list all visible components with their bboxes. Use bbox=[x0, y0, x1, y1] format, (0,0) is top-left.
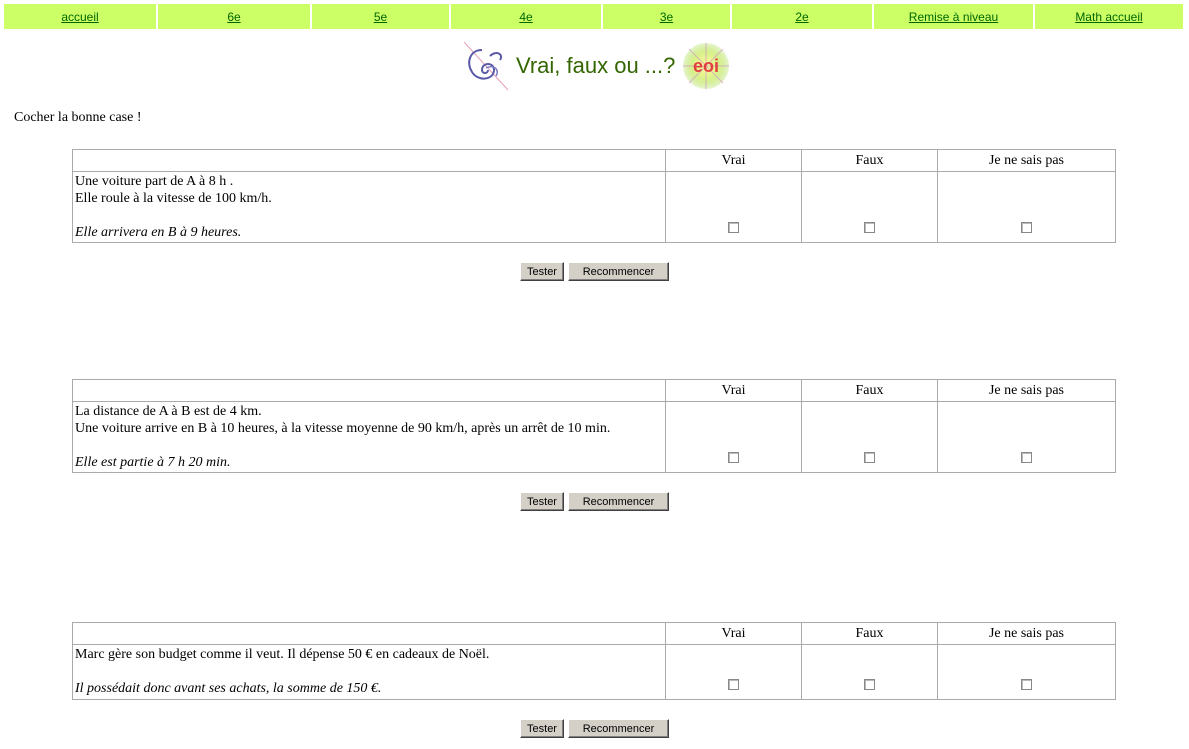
question-table-2: Vrai Faux Je ne sais pas La distance de … bbox=[72, 379, 1116, 473]
question-row: Une voiture part de A à 8 h . Elle roule… bbox=[72, 171, 1116, 243]
header-blank bbox=[72, 622, 666, 645]
question-line: Une voiture arrive en B à 10 heures, à l… bbox=[75, 421, 611, 436]
button-row-3: Tester Recommencer bbox=[520, 719, 669, 738]
button-row-1: Tester Recommencer bbox=[520, 262, 669, 281]
header-row: Vrai Faux Je ne sais pas bbox=[72, 149, 1116, 172]
question-row: La distance de A à B est de 4 km. Une vo… bbox=[72, 401, 1116, 473]
reset-button[interactable]: Recommencer bbox=[568, 262, 669, 281]
ne-sais-pas-checkbox[interactable] bbox=[1021, 222, 1032, 233]
nav-link-4e[interactable]: 4e bbox=[519, 10, 532, 24]
nav-link-math-accueil[interactable]: Math accueil bbox=[1075, 10, 1142, 24]
faux-cell bbox=[801, 171, 938, 243]
test-button[interactable]: Tester bbox=[520, 492, 564, 511]
header-je-ne-sais-pas: Je ne sais pas bbox=[937, 379, 1116, 402]
header-faux: Faux bbox=[801, 622, 938, 645]
faux-checkbox[interactable] bbox=[864, 452, 875, 463]
vrai-cell bbox=[665, 171, 802, 243]
question-assertion: Elle est partie à 7 h 20 min. bbox=[75, 455, 231, 470]
nav-cell-math-accueil: Math accueil bbox=[1035, 4, 1183, 29]
faux-cell bbox=[801, 401, 938, 473]
header-faux: Faux bbox=[801, 149, 938, 172]
header-vrai: Vrai bbox=[665, 622, 802, 645]
vrai-checkbox[interactable] bbox=[728, 679, 739, 690]
header-vrai: Vrai bbox=[665, 379, 802, 402]
faux-checkbox[interactable] bbox=[864, 679, 875, 690]
nav-link-3e[interactable]: 3e bbox=[660, 10, 673, 24]
faux-checkbox[interactable] bbox=[864, 222, 875, 233]
nav-cell-6e: 6e bbox=[158, 4, 310, 29]
test-button[interactable]: Tester bbox=[520, 262, 564, 281]
question-text: Marc gère son budget comme il veut. Il d… bbox=[72, 644, 666, 700]
vrai-checkbox[interactable] bbox=[728, 222, 739, 233]
ne-sais-pas-cell bbox=[937, 644, 1116, 700]
nav-cell-accueil: accueil bbox=[4, 4, 156, 29]
nav-link-2e[interactable]: 2e bbox=[795, 10, 808, 24]
question-line: Marc gère son budget comme il veut. Il d… bbox=[75, 647, 490, 662]
nav-link-accueil[interactable]: accueil bbox=[61, 10, 98, 24]
question-table-3: Vrai Faux Je ne sais pas Marc gère son b… bbox=[72, 622, 1116, 700]
faux-cell bbox=[801, 644, 938, 700]
header-row: Vrai Faux Je ne sais pas bbox=[72, 622, 1116, 645]
question-table-1: Vrai Faux Je ne sais pas Une voiture par… bbox=[72, 149, 1116, 243]
header-je-ne-sais-pas: Je ne sais pas bbox=[937, 149, 1116, 172]
reset-button[interactable]: Recommencer bbox=[568, 719, 669, 738]
nav-link-6e[interactable]: 6e bbox=[227, 10, 240, 24]
instruction-text: Cocher la bonne case ! bbox=[14, 110, 142, 125]
spiral-logo-icon bbox=[463, 41, 509, 91]
eoi-logo: eoi bbox=[683, 43, 730, 89]
nav-cell-5e: 5e bbox=[312, 4, 449, 29]
header-blank bbox=[72, 149, 666, 172]
header-vrai: Vrai bbox=[665, 149, 802, 172]
ne-sais-pas-checkbox[interactable] bbox=[1021, 452, 1032, 463]
question-line: Une voiture part de A à 8 h . bbox=[75, 174, 234, 189]
nav-cell-2e: 2e bbox=[732, 4, 872, 29]
ne-sais-pas-cell bbox=[937, 401, 1116, 473]
header-row: Vrai Faux Je ne sais pas bbox=[72, 379, 1116, 402]
vrai-checkbox[interactable] bbox=[728, 452, 739, 463]
question-line: La distance de A à B est de 4 km. bbox=[75, 404, 262, 419]
vrai-cell bbox=[665, 401, 802, 473]
ne-sais-pas-checkbox[interactable] bbox=[1021, 679, 1032, 690]
question-assertion: Elle arrivera en B à 9 heures. bbox=[75, 225, 242, 240]
nav-link-5e[interactable]: 5e bbox=[374, 10, 387, 24]
page-title: Vrai, faux ou ...? bbox=[516, 53, 676, 78]
page-header: Vrai, faux ou ...? eoi bbox=[460, 40, 731, 92]
question-text: La distance de A à B est de 4 km. Une vo… bbox=[72, 401, 666, 473]
svg-text:eoi: eoi bbox=[693, 56, 719, 76]
button-row-2: Tester Recommencer bbox=[520, 492, 669, 511]
ne-sais-pas-cell bbox=[937, 171, 1116, 243]
question-line: Elle roule à la vitesse de 100 km/h. bbox=[75, 191, 272, 206]
nav-cell-4e: 4e bbox=[451, 4, 601, 29]
header-je-ne-sais-pas: Je ne sais pas bbox=[937, 622, 1116, 645]
nav-cell-remise: Remise à niveau bbox=[874, 4, 1033, 29]
question-row: Marc gère son budget comme il veut. Il d… bbox=[72, 644, 1116, 700]
reset-button[interactable]: Recommencer bbox=[568, 492, 669, 511]
question-text: Une voiture part de A à 8 h . Elle roule… bbox=[72, 171, 666, 243]
header-blank bbox=[72, 379, 666, 402]
question-assertion: Il possédait donc avant ses achats, la s… bbox=[75, 681, 382, 696]
test-button[interactable]: Tester bbox=[520, 719, 564, 738]
nav-link-remise-a-niveau[interactable]: Remise à niveau bbox=[909, 10, 998, 24]
nav-cell-3e: 3e bbox=[603, 4, 730, 29]
top-nav: accueil 6e 5e 4e 3e 2e Remise à niveau M… bbox=[4, 4, 1185, 29]
vrai-cell bbox=[665, 644, 802, 700]
header-faux: Faux bbox=[801, 379, 938, 402]
